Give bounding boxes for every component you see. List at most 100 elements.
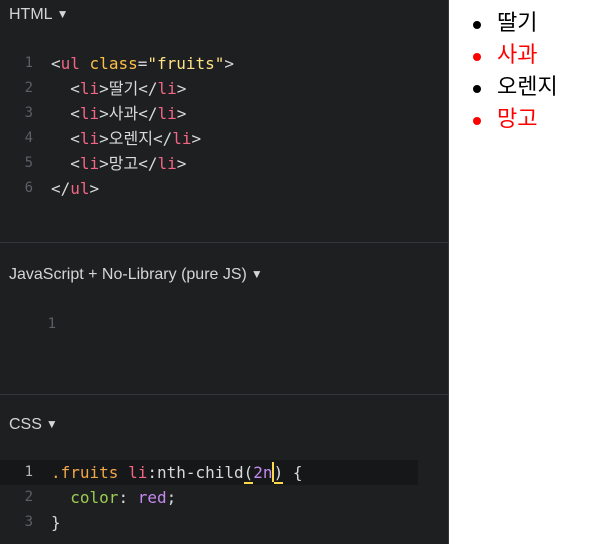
css-panel: CSS ▼ 1 .fruits li:nth-child(2n) {2 color:…: [0, 395, 448, 544]
code-token: li: [157, 154, 177, 173]
list-item-label: 딸기: [497, 11, 538, 36]
code-token: <: [51, 104, 80, 123]
code-token: (: [243, 463, 254, 484]
code-token: <: [51, 79, 80, 98]
code-token: li: [172, 129, 192, 148]
code-token: ul: [60, 54, 80, 73]
code-token: 2n: [253, 463, 273, 482]
line-number: 2: [24, 489, 33, 505]
code-line[interactable]: 2 color: red;: [0, 485, 448, 510]
js-code-area[interactable]: 1: [0, 312, 448, 337]
code-token: =: [137, 54, 148, 73]
js-panel-header[interactable]: JavaScript + No-Library (pure JS) ▼: [9, 263, 263, 287]
html-panel: HTML ▼ 1 <ul class="fruits"> 2 <li>딸기</li> 3…: [0, 0, 448, 243]
line-number: 2: [24, 80, 33, 96]
code-line[interactable]: 1 .fruits li:nth-child(2n) {: [0, 460, 418, 485]
code-line[interactable]: 6 </ul>: [0, 176, 448, 201]
js-panel-title: JavaScript + No-Library (pure JS): [9, 266, 247, 283]
code-text: <li>망고</li>: [51, 151, 186, 176]
code-token: :: [118, 488, 138, 507]
list-item: 오렌지: [473, 72, 558, 104]
html-panel-header[interactable]: HTML ▼: [9, 3, 68, 27]
code-token: >망고</: [99, 154, 158, 173]
code-line[interactable]: 3}: [0, 510, 448, 535]
bullet-icon: [473, 21, 481, 29]
code-token: >딸기</: [99, 79, 158, 98]
code-token: li: [79, 79, 100, 98]
line-number: 1: [47, 316, 56, 332]
list-item-label: 망고: [497, 107, 538, 132]
code-text: }: [51, 510, 61, 535]
code-line[interactable]: 2 <li>딸기</li>: [0, 76, 448, 101]
code-text: <li>오렌지</li>: [51, 126, 201, 151]
code-token: color: [70, 488, 119, 507]
code-line[interactable]: 1: [0, 312, 448, 337]
code-token: }: [51, 513, 61, 532]
code-token: red: [137, 488, 167, 507]
line-number: 1: [24, 464, 33, 480]
list-item: 사과: [473, 40, 558, 72]
bullet-icon: [473, 85, 481, 93]
code-token: {: [283, 463, 303, 482]
code-token: <: [51, 154, 80, 173]
caret-down-icon[interactable]: ▼: [46, 417, 58, 431]
line-number: 4: [24, 130, 33, 146]
css-code-area[interactable]: 1 .fruits li:nth-child(2n) {2 color: red;…: [0, 460, 448, 535]
line-number: 3: [24, 105, 33, 121]
code-token: >사과</: [99, 104, 158, 123]
code-token: class: [89, 54, 138, 73]
html-panel-title: HTML: [9, 6, 53, 23]
code-token: li: [79, 104, 100, 123]
result-preview: 딸기사과오렌지망고: [449, 0, 601, 544]
code-text: .fruits li:nth-child(2n) {: [51, 460, 302, 485]
code-line[interactable]: 5 <li>망고</li>: [0, 151, 448, 176]
code-token: >: [89, 179, 100, 198]
code-token: "fruits": [147, 54, 225, 73]
caret-down-icon[interactable]: ▼: [57, 7, 69, 21]
code-line[interactable]: 4 <li>오렌지</li>: [0, 126, 448, 151]
code-text: <li>사과</li>: [51, 101, 186, 126]
bullet-icon: [473, 117, 481, 125]
code-token: <: [51, 54, 61, 73]
code-text: color: red;: [51, 485, 176, 510]
code-token: >: [176, 79, 187, 98]
list-item: 딸기: [473, 8, 558, 40]
code-token: ): [273, 463, 284, 484]
code-editor: HTML ▼ 1 <ul class="fruits"> 2 <li>딸기</li> 3…: [0, 0, 449, 544]
code-token: >: [191, 129, 202, 148]
code-token: >: [224, 54, 235, 73]
css-panel-header[interactable]: CSS ▼: [9, 413, 58, 437]
line-number: 3: [24, 514, 33, 530]
css-panel-title: CSS: [9, 416, 42, 433]
code-token: li: [79, 129, 100, 148]
fruits-list: 딸기사과오렌지망고: [473, 8, 558, 136]
list-item: 망고: [473, 104, 558, 136]
code-text: <li>딸기</li>: [51, 76, 186, 101]
code-token: ;: [166, 488, 177, 507]
code-token: ul: [70, 179, 90, 198]
list-item-label: 오렌지: [497, 75, 558, 100]
line-number: 5: [24, 155, 33, 171]
code-token: li: [157, 104, 177, 123]
code-token: >오렌지</: [99, 129, 173, 148]
html-code-area[interactable]: 1 <ul class="fruits"> 2 <li>딸기</li> 3 <li>사…: [0, 51, 448, 201]
code-text: <ul class="fruits">: [51, 51, 234, 76]
js-panel: JavaScript + No-Library (pure JS) ▼ 1: [0, 243, 448, 395]
code-line[interactable]: 1 <ul class="fruits">: [0, 51, 448, 76]
bullet-icon: [473, 53, 481, 61]
line-number: 6: [24, 180, 33, 196]
code-line[interactable]: 3 <li>사과</li>: [0, 101, 448, 126]
code-token: li: [79, 154, 100, 173]
code-token: <: [51, 129, 80, 148]
code-token: li: [128, 463, 148, 482]
line-number: 1: [24, 55, 33, 71]
list-item-label: 사과: [497, 43, 538, 68]
code-token: .fruits: [51, 463, 129, 482]
code-token: >: [176, 104, 187, 123]
code-token: :nth-child: [147, 463, 244, 482]
code-text: </ul>: [51, 176, 99, 201]
caret-down-icon[interactable]: ▼: [251, 267, 263, 281]
code-token: </: [51, 179, 71, 198]
